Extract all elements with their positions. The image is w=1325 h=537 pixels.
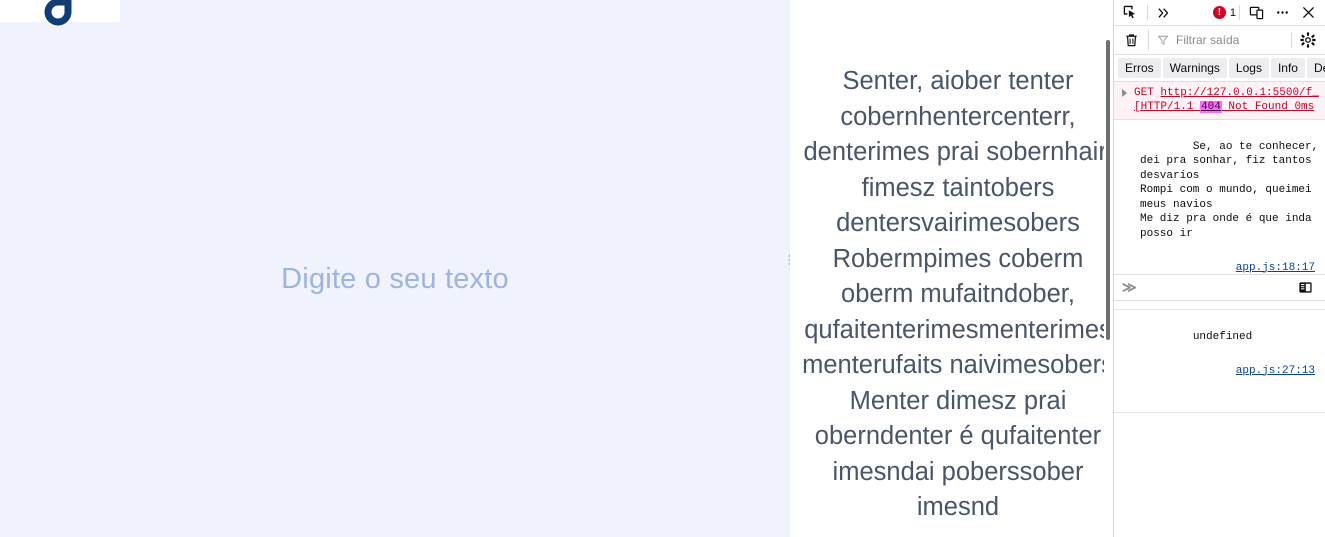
tab-debug[interactable]: Debu xyxy=(1306,58,1325,78)
resize-handle[interactable] xyxy=(774,254,790,270)
devtools-toolbar: ! 1 xyxy=(1114,0,1325,26)
devtools-filter-bar xyxy=(1114,26,1325,55)
devtools-filter-tabs: Erros Warnings Logs Info Debu xyxy=(1114,55,1325,82)
console-log-row[interactable]: undefined app.js:27:13 xyxy=(1114,310,1325,413)
filter-input[interactable] xyxy=(1174,32,1288,48)
console-input-right xyxy=(1292,277,1318,299)
split-console-icon[interactable] xyxy=(1292,277,1318,299)
page-scrollbar-thumb[interactable] xyxy=(1106,40,1110,340)
preview-text: Senter, aiober tenter cobernhentercenter… xyxy=(802,67,1113,521)
tab-info[interactable]: Info xyxy=(1270,58,1305,78)
logo-header-bar xyxy=(0,0,120,26)
editor-placeholder-text[interactable]: Digite o seu texto xyxy=(281,263,509,296)
log-message: undefined xyxy=(1192,330,1253,343)
tab-erros[interactable]: Erros xyxy=(1118,58,1161,78)
request-url[interactable]: http://127.0.0.1:5500/f_ xyxy=(1160,87,1318,99)
toolbar-divider-1 xyxy=(1146,5,1148,20)
toolbar-divider-2 xyxy=(1239,5,1240,20)
responsive-design-mode-icon[interactable] xyxy=(1243,2,1269,24)
devtools-panel: ! 1 Filtrar saída Erros Warnings Logs In… xyxy=(1113,0,1325,537)
page-vertical-scrollbar[interactable] xyxy=(1104,0,1113,537)
status-text: Not Found 0ms xyxy=(1221,101,1315,113)
tab-warnings[interactable]: Warnings xyxy=(1162,58,1227,78)
gear-icon[interactable] xyxy=(1295,29,1321,51)
log-message: Se, ao te conhecer, dei pra sonhar, fiz … xyxy=(1140,140,1319,240)
element-picker-icon[interactable] xyxy=(1118,2,1144,24)
error-dot-icon: ! xyxy=(1212,6,1226,19)
console-prompt-icon: ≫ xyxy=(1122,279,1137,295)
devtools-toolbar-right xyxy=(1236,2,1321,24)
preview-card: Senter, aiober tenter cobernhentercenter… xyxy=(790,24,1113,537)
console-output: GET http://127.0.0.1:5500/f_ [HTTP/1.1 4… xyxy=(1114,82,1325,413)
request-method: GET xyxy=(1134,87,1154,99)
filterbar-divider xyxy=(1291,32,1292,48)
status-badge: 404 xyxy=(1200,101,1222,113)
error-count-badge[interactable]: ! 1 xyxy=(1212,6,1236,19)
text-editor-pane[interactable]: Digite o seu texto xyxy=(0,22,790,537)
filter-input-wrap[interactable] xyxy=(1148,30,1288,50)
console-network-error-row[interactable]: GET http://127.0.0.1:5500/f_ [HTTP/1.1 4… xyxy=(1114,82,1325,120)
screen: Digite o seu texto Senter, aiober tenter… xyxy=(0,0,1325,537)
response-protocol: [HTTP/1.1 xyxy=(1134,101,1201,113)
browser-page-viewport: Digite o seu texto Senter, aiober tenter… xyxy=(0,0,1113,537)
tab-logs[interactable]: Logs xyxy=(1228,58,1269,78)
ellipsis-icon[interactable] xyxy=(1269,2,1295,24)
close-icon[interactable] xyxy=(1295,2,1321,24)
funnel-icon xyxy=(1157,34,1169,46)
expand-arrow-icon[interactable] xyxy=(1122,89,1127,97)
log-source-link[interactable]: app.js:27:13 xyxy=(1140,359,1319,381)
chevrons-right-icon[interactable] xyxy=(1151,2,1177,24)
console-input-bar[interactable]: ≫ xyxy=(1114,274,1325,301)
trash-icon[interactable] xyxy=(1118,29,1144,51)
